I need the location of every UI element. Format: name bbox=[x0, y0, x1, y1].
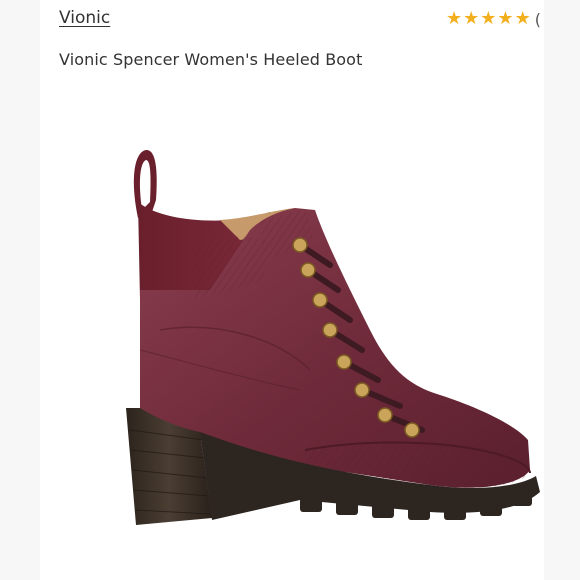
brand-link[interactable]: Vionic bbox=[59, 8, 110, 28]
star-icon: ★ bbox=[497, 8, 514, 29]
rating-stars[interactable]: ★ ★ ★ ★ ★ ( bbox=[446, 9, 541, 29]
rating-count: ( bbox=[534, 9, 541, 29]
product-title: Vionic Spencer Women's Heeled Boot bbox=[59, 50, 363, 69]
star-icon: ★ bbox=[446, 8, 463, 29]
star-icon: ★ bbox=[463, 8, 480, 29]
boot-image bbox=[126, 149, 540, 525]
star-icon: ★ bbox=[514, 8, 531, 29]
star-icon: ★ bbox=[480, 8, 497, 29]
left-margin bbox=[0, 0, 40, 580]
